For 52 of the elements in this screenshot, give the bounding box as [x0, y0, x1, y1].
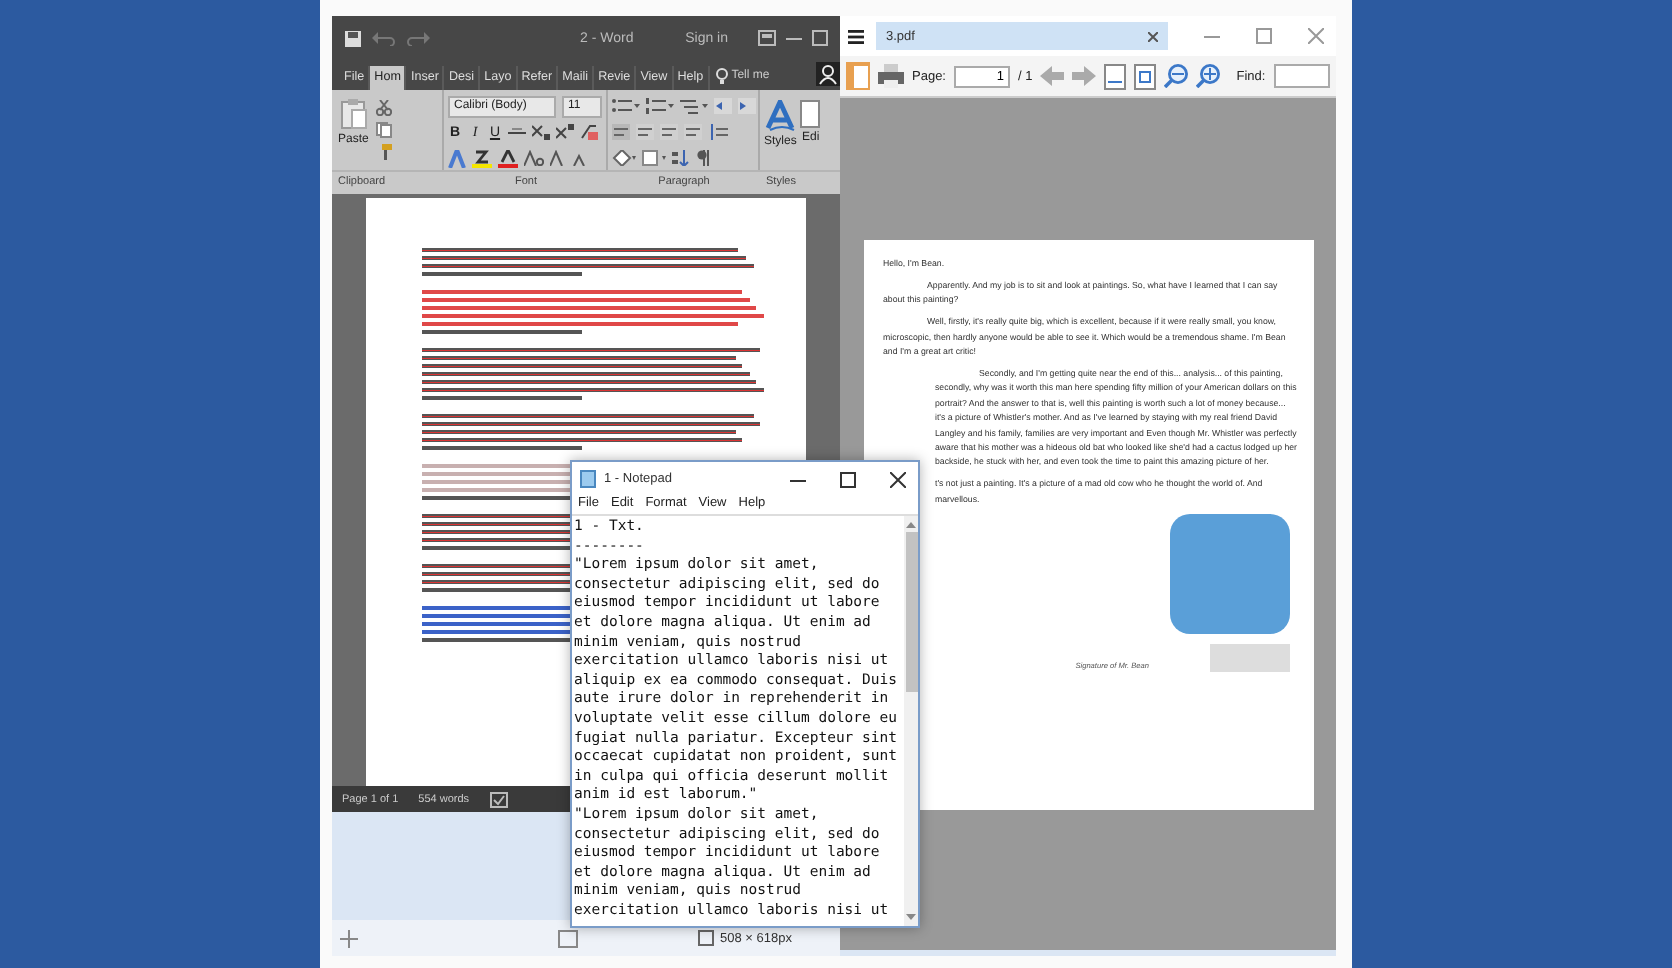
find-field[interactable]	[1273, 64, 1330, 88]
scrollbar[interactable]	[904, 516, 918, 926]
person-icon[interactable]	[816, 62, 840, 86]
sort-icon[interactable]	[672, 150, 690, 166]
zoom-in-icon[interactable]	[1196, 64, 1221, 88]
clear-formatting-icon[interactable]	[580, 124, 598, 140]
selection-icon	[558, 929, 578, 947]
subscript-icon[interactable]	[532, 124, 550, 140]
notepad-icon	[580, 470, 596, 488]
clipboard-icon	[339, 98, 368, 130]
zoom-out-icon[interactable]	[1164, 64, 1189, 88]
copy-icon[interactable]	[376, 122, 393, 138]
borders-icon[interactable]	[642, 150, 666, 166]
align-right-icon[interactable]	[660, 124, 678, 140]
superscript-icon[interactable]	[556, 124, 574, 140]
move-icon	[340, 929, 358, 947]
multilevel-list-icon[interactable]	[680, 98, 708, 114]
print-icon[interactable]	[878, 64, 904, 88]
menu-icon[interactable]	[848, 29, 864, 43]
fit-page-icon[interactable]	[1134, 63, 1157, 89]
close-icon[interactable]	[890, 471, 906, 487]
text-effects-icon[interactable]	[448, 149, 466, 167]
highlighter-icon[interactable]	[472, 149, 492, 167]
bullets-icon[interactable]	[612, 98, 640, 114]
strikethrough-icon[interactable]	[508, 124, 526, 140]
align-left-icon[interactable]	[612, 124, 630, 140]
cartoon-placeholder	[1169, 513, 1289, 634]
proofing-icon[interactable]	[489, 791, 508, 807]
line-spacing-icon[interactable]	[708, 124, 728, 140]
canvas-size-icon	[698, 930, 714, 946]
fit-width-icon[interactable]	[1104, 63, 1127, 89]
ribbon-display-icon[interactable]	[758, 30, 776, 46]
justify-icon[interactable]	[684, 124, 702, 140]
pilcrow-icon[interactable]	[696, 150, 710, 166]
close-icon[interactable]	[1148, 31, 1158, 41]
maximize-icon[interactable]	[840, 471, 856, 487]
decrease-indent-icon[interactable]	[714, 98, 732, 114]
styles-gallery-icon	[764, 100, 797, 132]
numbering-icon[interactable]	[646, 98, 674, 114]
lightbulb-icon	[715, 68, 728, 84]
scroll-up-icon[interactable]	[906, 522, 916, 528]
signature-placeholder	[1209, 643, 1289, 672]
scroll-down-icon[interactable]	[906, 914, 916, 920]
scissors-icon[interactable]	[376, 100, 393, 116]
shading-icon[interactable]	[612, 150, 636, 166]
document-icon	[800, 100, 821, 128]
save-icon[interactable]	[344, 29, 362, 47]
scrollbar-thumb[interactable]	[905, 532, 917, 692]
increase-indent-icon[interactable]	[738, 98, 756, 114]
paintbrush-icon[interactable]	[376, 144, 393, 160]
align-center-icon[interactable]	[636, 124, 654, 140]
font-color-icon[interactable]	[498, 149, 518, 167]
